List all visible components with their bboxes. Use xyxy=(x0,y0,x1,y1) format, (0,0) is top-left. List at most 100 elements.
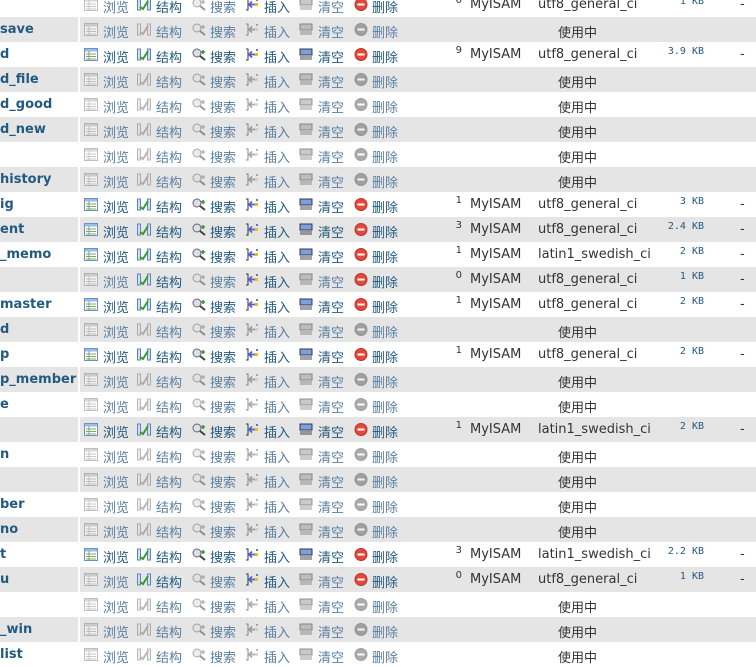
structure-link[interactable]: 结构 xyxy=(156,397,182,416)
structure-link[interactable]: 结构 xyxy=(156,372,182,391)
insert-link[interactable]: 插入 xyxy=(264,422,290,441)
insert-link[interactable]: 插入 xyxy=(264,547,290,566)
table-name-link[interactable] xyxy=(0,0,80,17)
empty-link[interactable]: 清空 xyxy=(318,0,344,16)
empty-link[interactable]: 清空 xyxy=(318,97,344,116)
insert-link[interactable]: 插入 xyxy=(264,372,290,391)
search-link[interactable]: 搜索 xyxy=(210,122,236,141)
empty-link[interactable]: 清空 xyxy=(318,372,344,391)
drop-link[interactable]: 删除 xyxy=(372,297,398,316)
structure-link[interactable]: 结构 xyxy=(156,347,182,366)
search-link[interactable]: 搜索 xyxy=(210,22,236,41)
empty-link[interactable]: 清空 xyxy=(318,122,344,141)
table-name-link[interactable] xyxy=(0,467,80,492)
structure-link[interactable]: 结构 xyxy=(156,222,182,241)
table-name-link[interactable]: ber xyxy=(0,492,80,517)
empty-link[interactable]: 清空 xyxy=(318,47,344,66)
search-link[interactable]: 搜索 xyxy=(210,522,236,541)
table-name-link[interactable]: d xyxy=(0,317,80,342)
structure-link[interactable]: 结构 xyxy=(156,297,182,316)
search-link[interactable]: 搜索 xyxy=(210,347,236,366)
drop-link[interactable]: 删除 xyxy=(372,197,398,216)
structure-link[interactable]: 结构 xyxy=(156,0,182,16)
table-name-link[interactable]: ig xyxy=(0,192,80,217)
search-link[interactable]: 搜索 xyxy=(210,272,236,291)
search-link[interactable]: 搜索 xyxy=(210,447,236,466)
table-name-link[interactable]: d_new xyxy=(0,117,80,142)
structure-link[interactable]: 结构 xyxy=(156,97,182,116)
structure-link[interactable]: 结构 xyxy=(156,147,182,166)
search-link[interactable]: 搜索 xyxy=(210,647,236,666)
insert-link[interactable]: 插入 xyxy=(264,597,290,616)
insert-link[interactable]: 插入 xyxy=(264,197,290,216)
browse-link[interactable]: 浏览 xyxy=(103,0,129,16)
insert-link[interactable]: 插入 xyxy=(264,172,290,191)
drop-link[interactable]: 删除 xyxy=(372,97,398,116)
empty-link[interactable]: 清空 xyxy=(318,447,344,466)
table-name-link[interactable] xyxy=(0,267,80,292)
insert-link[interactable]: 插入 xyxy=(264,222,290,241)
size-link[interactable]: 3 KB xyxy=(640,196,704,207)
drop-link[interactable]: 删除 xyxy=(372,522,398,541)
empty-link[interactable]: 清空 xyxy=(318,347,344,366)
empty-link[interactable]: 清空 xyxy=(318,22,344,41)
structure-link[interactable]: 结构 xyxy=(156,47,182,66)
insert-link[interactable]: 插入 xyxy=(264,497,290,516)
insert-link[interactable]: 插入 xyxy=(264,522,290,541)
search-link[interactable]: 搜索 xyxy=(210,422,236,441)
empty-link[interactable]: 清空 xyxy=(318,397,344,416)
search-link[interactable]: 搜索 xyxy=(210,222,236,241)
structure-link[interactable]: 结构 xyxy=(156,172,182,191)
insert-link[interactable]: 插入 xyxy=(264,47,290,66)
browse-link[interactable]: 浏览 xyxy=(103,372,129,391)
size-link[interactable]: 3.9 KB xyxy=(640,46,704,57)
empty-link[interactable]: 清空 xyxy=(318,297,344,316)
empty-link[interactable]: 清空 xyxy=(318,622,344,641)
browse-link[interactable]: 浏览 xyxy=(103,247,129,266)
search-link[interactable]: 搜索 xyxy=(210,322,236,341)
drop-link[interactable]: 删除 xyxy=(372,147,398,166)
drop-link[interactable]: 删除 xyxy=(372,572,398,591)
drop-link[interactable]: 删除 xyxy=(372,647,398,666)
table-name-link[interactable]: d xyxy=(0,42,80,67)
insert-link[interactable]: 插入 xyxy=(264,322,290,341)
structure-link[interactable]: 结构 xyxy=(156,472,182,491)
insert-link[interactable]: 插入 xyxy=(264,22,290,41)
browse-link[interactable]: 浏览 xyxy=(103,622,129,641)
browse-link[interactable]: 浏览 xyxy=(103,172,129,191)
structure-link[interactable]: 结构 xyxy=(156,122,182,141)
browse-link[interactable]: 浏览 xyxy=(103,22,129,41)
insert-link[interactable]: 插入 xyxy=(264,297,290,316)
search-link[interactable]: 搜索 xyxy=(210,97,236,116)
insert-link[interactable]: 插入 xyxy=(264,397,290,416)
drop-link[interactable]: 删除 xyxy=(372,422,398,441)
table-name-link[interactable] xyxy=(0,417,80,442)
table-name-link[interactable]: _win xyxy=(0,617,80,642)
insert-link[interactable]: 插入 xyxy=(264,272,290,291)
size-link[interactable]: 1 KB xyxy=(640,0,704,7)
empty-link[interactable]: 清空 xyxy=(318,497,344,516)
structure-link[interactable]: 结构 xyxy=(156,647,182,666)
table-name-link[interactable]: p_member xyxy=(0,367,80,392)
drop-link[interactable]: 删除 xyxy=(372,322,398,341)
drop-link[interactable]: 删除 xyxy=(372,397,398,416)
empty-link[interactable]: 清空 xyxy=(318,597,344,616)
table-name-link[interactable]: master xyxy=(0,292,80,317)
browse-link[interactable]: 浏览 xyxy=(103,547,129,566)
browse-link[interactable]: 浏览 xyxy=(103,522,129,541)
search-link[interactable]: 搜索 xyxy=(210,47,236,66)
empty-link[interactable]: 清空 xyxy=(318,522,344,541)
browse-link[interactable]: 浏览 xyxy=(103,397,129,416)
table-name-link[interactable] xyxy=(0,142,80,167)
drop-link[interactable]: 删除 xyxy=(372,372,398,391)
browse-link[interactable]: 浏览 xyxy=(103,72,129,91)
empty-link[interactable]: 清空 xyxy=(318,247,344,266)
browse-link[interactable]: 浏览 xyxy=(103,197,129,216)
empty-link[interactable]: 清空 xyxy=(318,172,344,191)
drop-link[interactable]: 删除 xyxy=(372,122,398,141)
insert-link[interactable]: 插入 xyxy=(264,147,290,166)
table-name-link[interactable]: list xyxy=(0,642,80,667)
insert-link[interactable]: 插入 xyxy=(264,347,290,366)
insert-link[interactable]: 插入 xyxy=(264,622,290,641)
size-link[interactable]: 2 KB xyxy=(640,421,704,432)
